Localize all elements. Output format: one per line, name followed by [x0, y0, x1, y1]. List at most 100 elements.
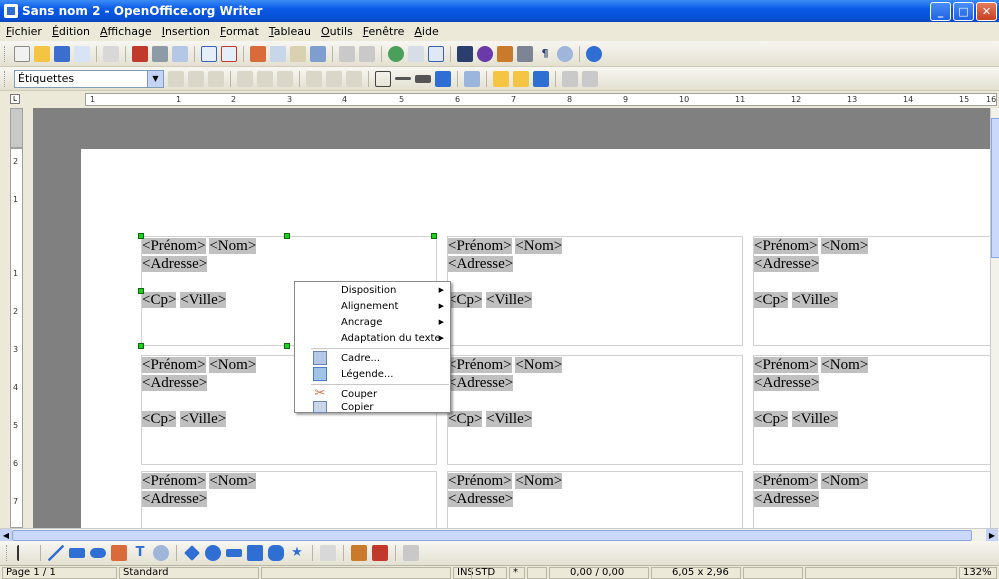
- field-cp[interactable]: <Cp>: [754, 292, 789, 308]
- label-frame[interactable]: <Prénom> <Nom> <Adresse>: [753, 471, 990, 528]
- align-center-icon[interactable]: [188, 70, 204, 87]
- help-icon[interactable]: [586, 45, 602, 62]
- field-cp[interactable]: <Cp>: [142, 292, 177, 308]
- select-arrow-icon[interactable]: [17, 545, 33, 561]
- label-frame[interactable]: <Prénom> <Nom> <Adresse>: [447, 471, 743, 528]
- field-adresse[interactable]: <Adresse>: [142, 375, 208, 391]
- maximize-button[interactable]: □: [953, 2, 974, 21]
- status-selection-mode[interactable]: STD: [471, 567, 507, 579]
- copy-icon[interactable]: [270, 45, 286, 62]
- menu-item-alignement[interactable]: Alignement ▶: [295, 298, 450, 314]
- find-replace-icon[interactable]: [457, 45, 473, 62]
- selection-handle[interactable]: [284, 233, 290, 239]
- background-color-icon[interactable]: [435, 70, 451, 87]
- flowchart-icon[interactable]: [247, 545, 263, 561]
- selection-handle[interactable]: [138, 343, 144, 349]
- menu-format[interactable]: Format: [220, 25, 259, 38]
- navigator-icon[interactable]: [477, 45, 493, 62]
- line-icon[interactable]: [48, 545, 64, 561]
- field-adresse[interactable]: <Adresse>: [754, 375, 820, 391]
- redo-icon[interactable]: [359, 45, 375, 62]
- document-page[interactable]: <Prénom> <Nom> <Adresse> <Cp> <Ville> <P…: [81, 149, 990, 528]
- zoom-slider[interactable]: [805, 567, 957, 579]
- print-icon[interactable]: [152, 45, 168, 62]
- menu-item-adaptation[interactable]: Adaptation du texte ▶: [295, 330, 450, 346]
- fontwork-gallery-icon[interactable]: [351, 545, 367, 561]
- field-nom[interactable]: <Nom>: [209, 473, 257, 489]
- wrap-optimal-icon[interactable]: [277, 70, 293, 87]
- formatting-marks-icon[interactable]: ¶: [537, 46, 553, 62]
- field-prenom[interactable]: <Prénom>: [754, 473, 818, 489]
- field-adresse[interactable]: <Adresse>: [142, 256, 208, 272]
- menu-item-ancrage[interactable]: Ancrage ▶: [295, 314, 450, 330]
- menu-edition[interactable]: Édition: [52, 25, 90, 38]
- field-prenom[interactable]: <Prénom>: [754, 238, 818, 254]
- field-ville[interactable]: <Ville>: [486, 411, 533, 427]
- scissors-icon[interactable]: [250, 45, 266, 62]
- menu-affichage[interactable]: Affichage: [100, 25, 152, 38]
- menu-item-legende[interactable]: Légende...: [295, 366, 450, 382]
- label-frame[interactable]: <Prénom> <Nom> <Adresse> <Cp> <Ville>: [753, 236, 990, 346]
- table-icon[interactable]: [408, 45, 424, 62]
- menu-item-copier[interactable]: Copier: [295, 400, 450, 414]
- field-prenom[interactable]: <Prénom>: [448, 238, 512, 254]
- field-nom[interactable]: <Nom>: [209, 357, 257, 373]
- field-ville[interactable]: <Ville>: [486, 292, 533, 308]
- border-color-icon[interactable]: [415, 74, 431, 83]
- frame-properties-icon[interactable]: [464, 70, 480, 87]
- line-style-icon[interactable]: [395, 77, 411, 80]
- menu-item-disposition[interactable]: Disposition ▶: [295, 282, 450, 298]
- menu-fichier[interactable]: Fichier: [6, 25, 42, 38]
- close-button[interactable]: ✕: [976, 2, 997, 21]
- field-prenom[interactable]: <Prénom>: [448, 357, 512, 373]
- field-nom[interactable]: <Nom>: [515, 357, 563, 373]
- rectangle-icon[interactable]: [69, 548, 85, 558]
- label-frame[interactable]: <Prénom> <Nom> <Adresse>: [141, 471, 437, 528]
- status-page-style[interactable]: Standard: [119, 567, 259, 579]
- toolbar-grip[interactable]: [6, 545, 9, 561]
- field-ville[interactable]: <Ville>: [792, 411, 839, 427]
- menu-insertion[interactable]: Insertion: [162, 25, 210, 38]
- unlink-frames-icon[interactable]: [582, 70, 598, 87]
- tab-stop-selector[interactable]: L: [10, 94, 20, 104]
- field-prenom[interactable]: <Prénom>: [448, 473, 512, 489]
- horizontal-scrollbar[interactable]: ◀ ▶: [0, 528, 999, 541]
- selection-handle[interactable]: [138, 233, 144, 239]
- field-ville[interactable]: <Ville>: [180, 292, 227, 308]
- scroll-left-icon[interactable]: ◀: [0, 529, 12, 541]
- horizontal-scroll-thumb[interactable]: [12, 530, 972, 541]
- vertical-ruler[interactable]: 2 1 1 2 3 4 5 6 7: [10, 148, 23, 528]
- vertical-scrollbar[interactable]: [990, 108, 999, 528]
- field-ville[interactable]: <Ville>: [792, 292, 839, 308]
- undo-icon[interactable]: [339, 45, 355, 62]
- points-icon[interactable]: [320, 545, 336, 561]
- ellipse-icon[interactable]: [90, 548, 106, 558]
- menu-fenetre[interactable]: Fenêtre: [363, 25, 405, 38]
- new-document-icon[interactable]: [14, 45, 30, 62]
- field-nom[interactable]: <Nom>: [821, 473, 869, 489]
- paste-icon[interactable]: [290, 45, 306, 62]
- symbol-shapes-icon[interactable]: [205, 545, 221, 561]
- field-ville[interactable]: <Ville>: [180, 411, 227, 427]
- wrap-through-icon[interactable]: [346, 70, 362, 87]
- link-frames-icon[interactable]: [562, 70, 578, 87]
- from-file-icon[interactable]: [372, 545, 388, 561]
- status-zoom[interactable]: 132%: [959, 567, 997, 579]
- field-adresse[interactable]: <Adresse>: [754, 491, 820, 507]
- text-icon[interactable]: T: [132, 545, 148, 561]
- bring-to-front-icon[interactable]: [493, 70, 509, 87]
- minimize-button[interactable]: _: [930, 2, 951, 21]
- field-nom[interactable]: <Nom>: [209, 238, 257, 254]
- label-frame[interactable]: <Prénom> <Nom> <Adresse> <Cp> <Ville>: [447, 236, 743, 346]
- wrap-right-icon[interactable]: [326, 70, 342, 87]
- selection-handle[interactable]: [284, 343, 290, 349]
- field-cp[interactable]: <Cp>: [754, 411, 789, 427]
- field-adresse[interactable]: <Adresse>: [754, 256, 820, 272]
- status-page[interactable]: Page 1 / 1: [2, 567, 117, 579]
- selection-handle[interactable]: [138, 288, 144, 294]
- gallery-icon[interactable]: [497, 45, 513, 62]
- scroll-right-icon[interactable]: ▶: [986, 529, 998, 541]
- hyperlink-icon[interactable]: [388, 45, 404, 62]
- wrap-page-icon[interactable]: [257, 70, 273, 87]
- send-to-back-icon[interactable]: [513, 70, 529, 87]
